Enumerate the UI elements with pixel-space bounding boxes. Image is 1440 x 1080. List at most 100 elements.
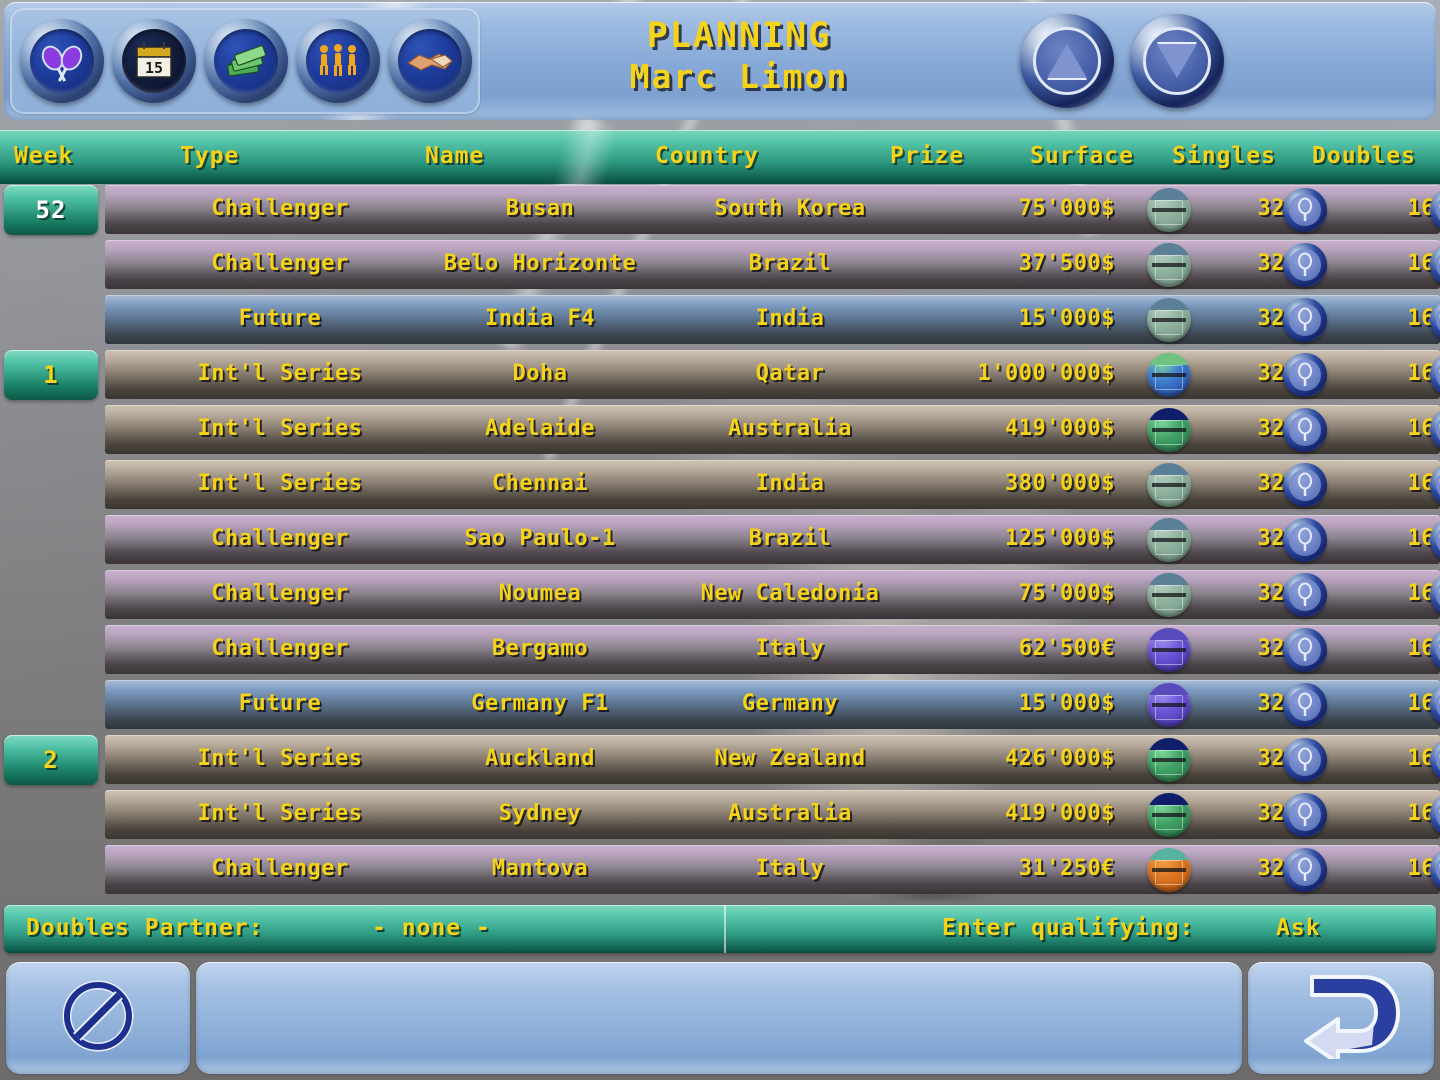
back-button[interactable]: [1248, 962, 1434, 1074]
week-badge[interactable]: 1: [4, 350, 98, 400]
table-row[interactable]: Future Germany F1 Germany 15'000$ 32 16: [105, 680, 1440, 731]
sidebar-item-calendar[interactable]: 15: [112, 19, 196, 103]
no-entry-icon: [58, 976, 138, 1060]
singles-racket-icon[interactable]: [1283, 628, 1327, 672]
cell-singles: 32: [1257, 856, 1285, 881]
surface-icon-hard[interactable]: [1147, 463, 1191, 507]
singles-racket-icon[interactable]: [1283, 408, 1327, 452]
enter-qualifying-value[interactable]: Ask: [1276, 905, 1321, 953]
cell-name: India F4: [485, 306, 595, 331]
sidebar-item-staff[interactable]: [296, 19, 380, 103]
sidebar-item-rackets[interactable]: [20, 19, 104, 103]
week-badge[interactable]: 2: [4, 735, 98, 785]
singles-racket-icon[interactable]: [1283, 298, 1327, 342]
cell-name: Belo Horizonte: [443, 251, 637, 276]
singles-racket-icon[interactable]: [1283, 353, 1327, 397]
table-row[interactable]: Int'l Series Chennai India 380'000$ 32 16: [105, 460, 1440, 511]
singles-racket-icon[interactable]: [1283, 518, 1327, 562]
cancel-button[interactable]: [6, 962, 190, 1074]
cell-prize: 380'000$: [1005, 471, 1115, 496]
table-row[interactable]: Int'l Series Doha Qatar 1'000'000$ 32 16: [105, 350, 1440, 401]
enter-qualifying-label: Enter qualifying:: [942, 915, 1195, 941]
cell-type: Future: [238, 306, 322, 331]
singles-racket-icon[interactable]: [1283, 243, 1327, 287]
sidebar-item-finances[interactable]: [204, 19, 288, 103]
table-row[interactable]: Int'l Series Adelaide Australia 419'000$ 32 1…: [105, 405, 1440, 456]
surface-icon-blue[interactable]: [1147, 353, 1191, 397]
surface-icon-hard[interactable]: [1147, 573, 1191, 617]
cell-doubles: 16: [1407, 471, 1435, 496]
week-badge[interactable]: 52: [4, 185, 98, 235]
cell-prize: 15'000$: [1018, 691, 1115, 716]
column-header-doubles[interactable]: Doubles: [1312, 130, 1416, 184]
u-turn-arrow-icon: [1276, 973, 1406, 1065]
cell-singles: 32: [1257, 471, 1285, 496]
cell-prize: 426'000$: [1005, 746, 1115, 771]
cell-doubles: 16: [1407, 581, 1435, 606]
table-row[interactable]: Challenger Bergamo Italy 62'500€ 32 16: [105, 625, 1440, 676]
column-header-singles[interactable]: Singles: [1172, 130, 1276, 184]
cell-prize: 31'250€: [1018, 856, 1115, 881]
cell-prize: 37'500$: [1018, 251, 1115, 276]
cell-name: Busan: [505, 196, 575, 221]
cell-type: Future: [238, 691, 322, 716]
money-icon: [214, 29, 278, 93]
cell-singles: 32: [1257, 306, 1285, 331]
cell-singles: 32: [1257, 801, 1285, 826]
cell-type: Challenger: [211, 196, 349, 221]
surface-icon-hard[interactable]: [1147, 518, 1191, 562]
cell-name: Noumea: [498, 581, 582, 606]
surface-icon-grass[interactable]: [1147, 738, 1191, 782]
table-row[interactable]: Int'l Series Sydney Australia 419'000$ 32 16: [105, 790, 1440, 841]
column-header-name[interactable]: Name: [425, 130, 484, 184]
cell-doubles: 16: [1407, 361, 1435, 386]
scroll-down-button[interactable]: [1130, 14, 1224, 108]
table-row[interactable]: Challenger Mantova Italy 31'250€ 32 16: [105, 845, 1440, 896]
doubles-partner-value[interactable]: - none -: [372, 905, 491, 953]
table-row[interactable]: Challenger Noumea New Caledonia 75'000$ 32 16: [105, 570, 1440, 621]
scroll-up-button[interactable]: [1020, 14, 1114, 108]
page-title-player-name: Marc Limon: [629, 57, 849, 96]
cell-type: Int'l Series: [197, 361, 363, 386]
singles-racket-icon[interactable]: [1283, 573, 1327, 617]
table-row[interactable]: Challenger Sao Paulo-1 Brazil 125'000$ 32 16: [105, 515, 1440, 566]
cell-type: Int'l Series: [197, 416, 363, 441]
scroll-controls: [1020, 14, 1224, 108]
status-bar: Doubles Partner: - none - Enter qualifyi…: [4, 905, 1436, 953]
surface-icon-hard[interactable]: [1147, 298, 1191, 342]
calendar-icon: 15: [122, 29, 186, 93]
cell-name: Sao Paulo-1: [464, 526, 616, 551]
surface-icon-grass[interactable]: [1147, 793, 1191, 837]
singles-racket-icon[interactable]: [1283, 463, 1327, 507]
cell-prize: 75'000$: [1018, 581, 1115, 606]
chevron-up-icon: [1033, 27, 1101, 95]
table-header: Week Type Name Country Prize Surface Sin…: [0, 115, 1440, 205]
surface-icon-carpet[interactable]: [1147, 628, 1191, 672]
sidebar-item-contracts[interactable]: [388, 19, 472, 103]
cell-name: Sydney: [498, 801, 582, 826]
table-row[interactable]: Int'l Series Auckland New Zealand 426'000$ 3…: [105, 735, 1440, 786]
cell-doubles: 16: [1407, 196, 1435, 221]
singles-racket-icon[interactable]: [1283, 683, 1327, 727]
table-row[interactable]: Challenger Belo Horizonte Brazil 37'500$ 32 1…: [105, 240, 1440, 291]
singles-racket-icon[interactable]: [1283, 848, 1327, 892]
column-header-surface[interactable]: Surface: [1030, 130, 1134, 184]
cell-name: Adelaide: [485, 416, 595, 441]
surface-icon-clay[interactable]: [1147, 848, 1191, 892]
column-header-prize[interactable]: Prize: [890, 130, 964, 184]
table-row[interactable]: Future India F4 India 15'000$ 32 16: [105, 295, 1440, 346]
column-header-type[interactable]: Type: [180, 130, 239, 184]
surface-icon-grass[interactable]: [1147, 408, 1191, 452]
surface-icon-hard[interactable]: [1147, 243, 1191, 287]
column-header-week[interactable]: Week: [14, 130, 73, 184]
column-header-country[interactable]: Country: [655, 130, 759, 184]
cell-singles: 32: [1257, 251, 1285, 276]
cell-doubles: 16: [1407, 526, 1435, 551]
singles-racket-icon[interactable]: [1283, 793, 1327, 837]
singles-racket-icon[interactable]: [1283, 738, 1327, 782]
surface-icon-hard[interactable]: [1147, 188, 1191, 232]
surface-icon-carpet[interactable]: [1147, 683, 1191, 727]
table-row[interactable]: Challenger Busan South Korea 75'000$ 32 16: [105, 185, 1440, 236]
singles-racket-icon[interactable]: [1283, 188, 1327, 232]
top-bar: 15 PLANNING Marc Limon: [4, 2, 1436, 120]
